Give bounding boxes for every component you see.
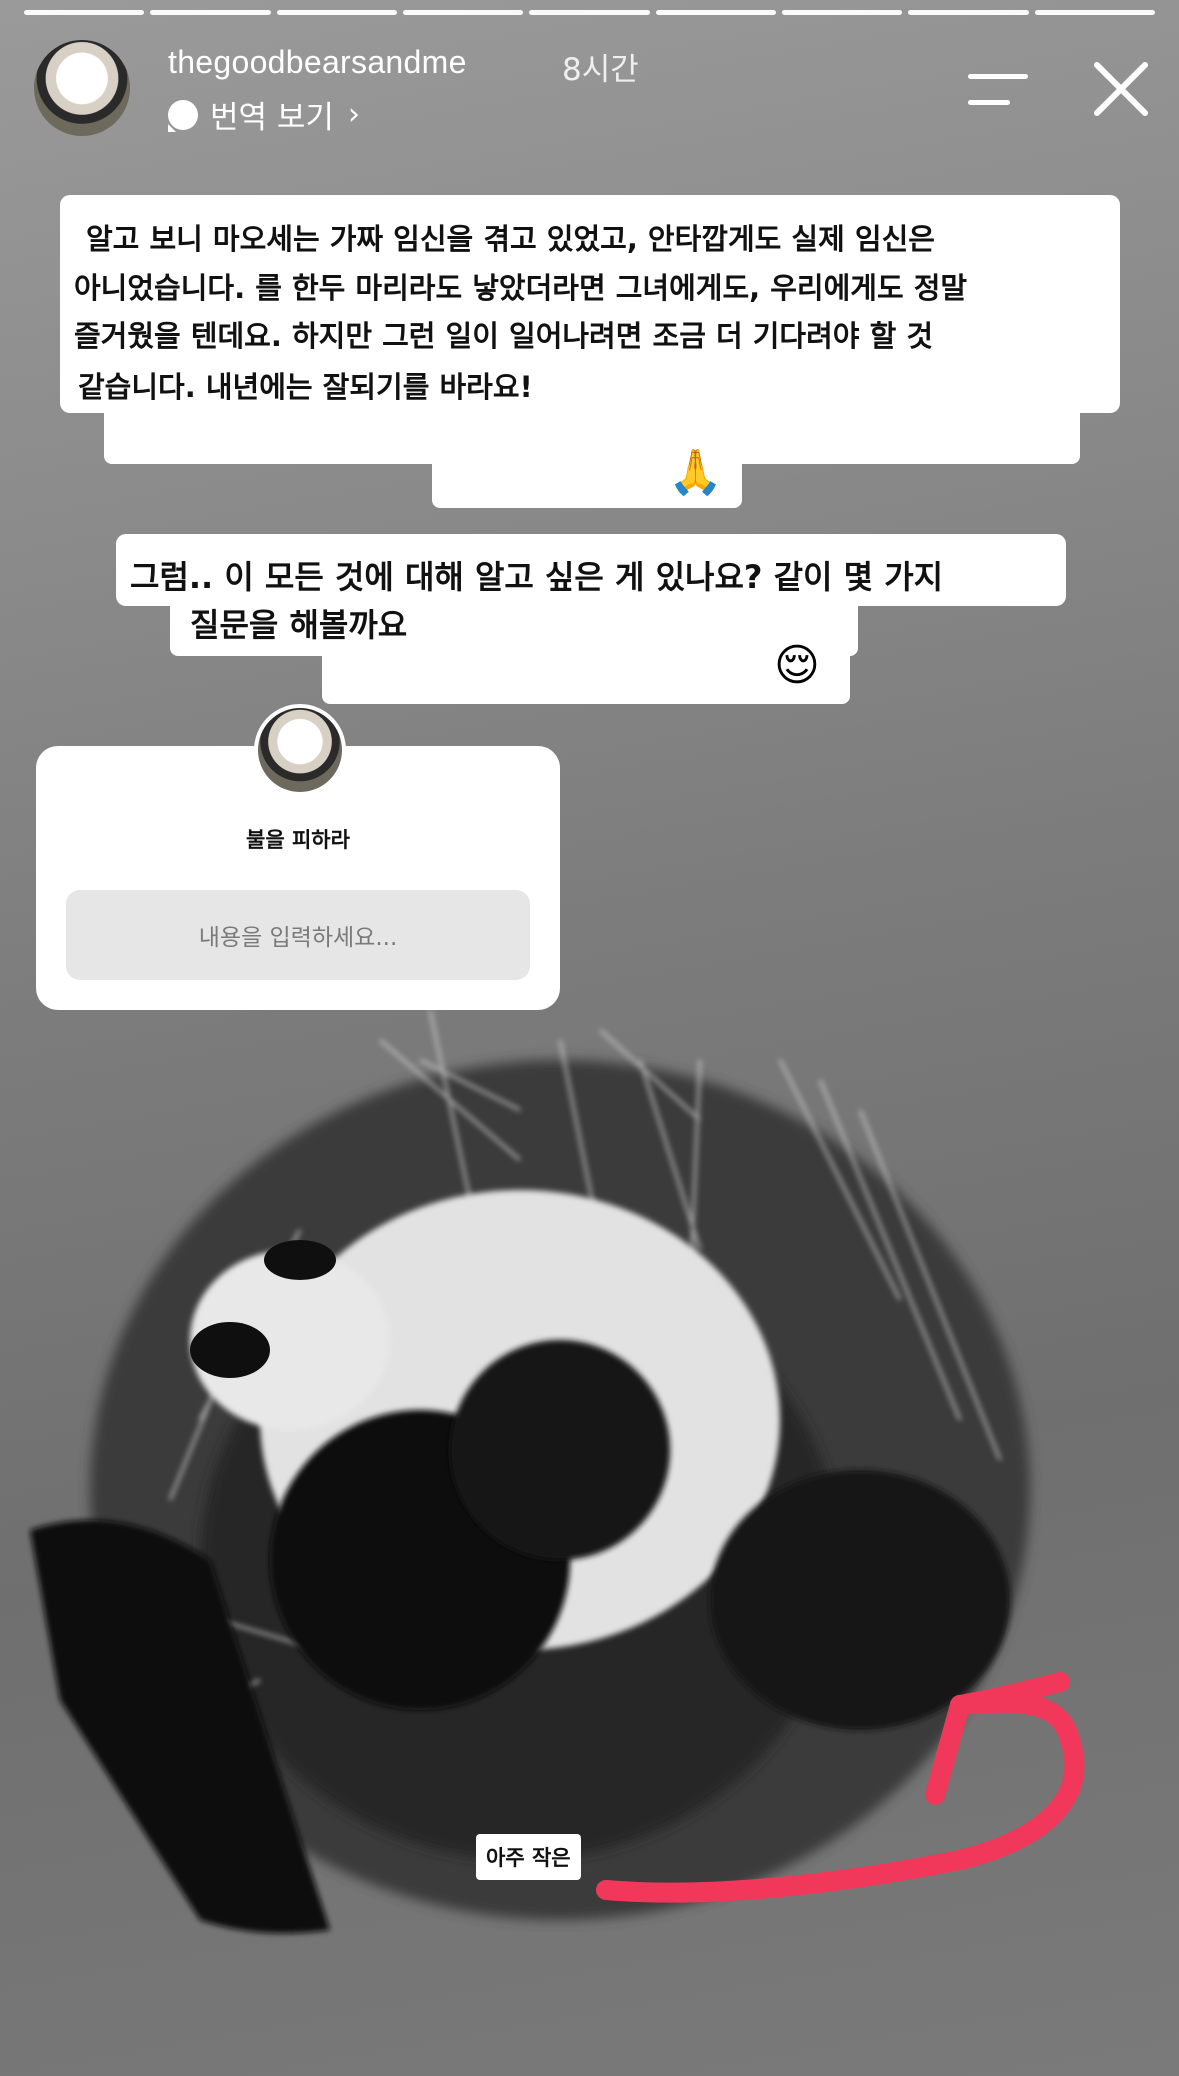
caption-line: 알고 보니 마오세는 가짜 임신을 겪고 있었고, 안타깝게도 실제 임신은 (86, 222, 935, 256)
post-timestamp: 8시간 (562, 52, 639, 88)
translate-button[interactable]: 번역 보기 › (168, 92, 360, 137)
close-icon[interactable] (1090, 58, 1152, 120)
progress-segment (529, 10, 650, 15)
caption-line: 같습니다. 내년에는 잘되기를 바라요! (78, 370, 533, 404)
progress-segment (24, 10, 145, 15)
caption-line: 아니었습니다. 를 한두 마리라도 낳았더라면 그녀에게도, 우리에게도 정말 (74, 271, 968, 305)
question-answer-input[interactable]: 내용을 입력하세요... (66, 890, 530, 980)
progress-segment (1034, 10, 1155, 15)
question-sticker-avatar (254, 704, 346, 796)
progress-segment (276, 10, 397, 15)
caption-line: 즐거웠을 텐데요. 하지만 그런 일이 일어나려면 조금 더 기다려야 할 것 (74, 319, 934, 353)
caption-line: 그럼.. 이 모든 것에 대해 알고 싶은 게 있나요? 같이 몇 가지 (130, 558, 944, 596)
speech-bubble-icon (168, 99, 198, 132)
story-view[interactable]: thegoodbearsandme 8시간 번역 보기 › 알고 보니 마오세는… (0, 0, 1179, 2076)
chevron-right-icon: › (347, 97, 360, 132)
caption-line: 질문을 해볼까요 (190, 606, 408, 644)
story-progress-bar (24, 10, 1155, 15)
menu-icon[interactable] (968, 74, 1028, 108)
profile-avatar[interactable] (34, 40, 130, 136)
progress-segment (781, 10, 903, 15)
relieved-face-emoji: 😌 (774, 640, 820, 691)
username[interactable]: thegoodbearsandme (168, 44, 467, 81)
progress-segment (655, 10, 776, 15)
question-prompt: 불을 피하라 (246, 828, 350, 852)
praying-hands-emoji: 🙏 (668, 447, 723, 498)
progress-segment (150, 10, 271, 15)
translate-label: 번역 보기 (210, 100, 334, 136)
progress-segment (402, 10, 524, 15)
progress-segment (908, 10, 1029, 15)
annotation-label: 아주 작은 (476, 1834, 581, 1880)
